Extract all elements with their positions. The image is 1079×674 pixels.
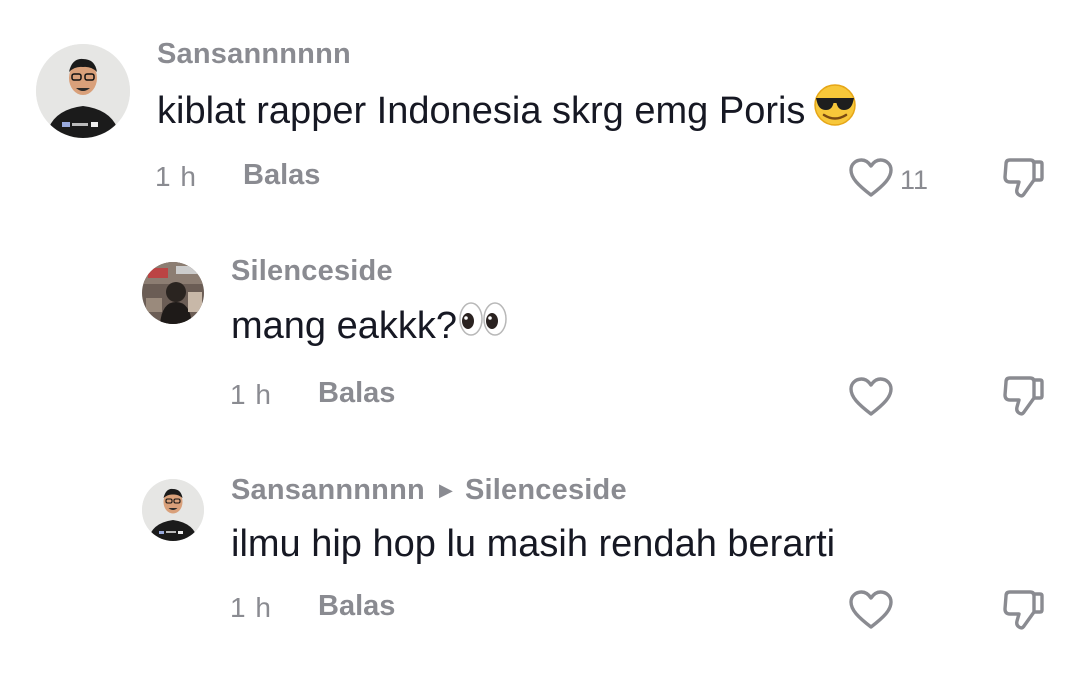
reply-arrow-icon: ▶ [438, 480, 453, 500]
like-button[interactable] [848, 589, 894, 636]
comment-text: ilmu hip hop lu masih rendah berarti [231, 523, 836, 565]
like-button[interactable] [848, 376, 894, 423]
thumbs-down-icon [1003, 590, 1044, 630]
dislike-button[interactable] [1000, 156, 1046, 205]
comment-text: mang eakkk? [231, 302, 509, 353]
sunglasses-emoji-icon [811, 82, 859, 136]
heart-icon [848, 376, 894, 423]
avatar[interactable] [142, 479, 204, 541]
heart-icon [848, 589, 894, 636]
like-count: 11 [900, 165, 929, 195]
like-button[interactable]: 11 [848, 157, 928, 204]
comment-text-content: kiblat rapper Indonesia skrg emg Poris [157, 90, 806, 133]
avatar-image [142, 479, 204, 541]
reply-author[interactable]: Sansannnnnn [231, 474, 425, 506]
avatar-image [142, 262, 204, 324]
reply-button[interactable]: Balas [243, 159, 320, 192]
heart-icon [848, 157, 894, 204]
reply-button[interactable]: Balas [318, 377, 395, 410]
eyes-emoji-icon [457, 299, 509, 349]
comment-timestamp: 1 h [155, 161, 197, 192]
comment-username[interactable]: Sansannnnnn [157, 38, 351, 71]
dislike-button[interactable] [1000, 374, 1046, 423]
reply-target[interactable]: Silenceside [465, 474, 627, 506]
avatar-image [36, 44, 130, 138]
dislike-button[interactable] [1000, 588, 1046, 637]
comment-timestamp: 1 h [230, 592, 272, 623]
comment-text: kiblat rapper Indonesia skrg emg Poris [157, 84, 859, 140]
thumbs-down-icon [1003, 158, 1044, 198]
comment-username[interactable]: Silenceside [231, 255, 393, 288]
reply-button[interactable]: Balas [318, 590, 395, 623]
thumbs-down-icon [1003, 376, 1044, 416]
avatar[interactable] [142, 262, 204, 324]
avatar[interactable] [36, 44, 130, 138]
comment-username[interactable]: Sansannnnnn ▶ Silenceside [231, 474, 627, 507]
comment-timestamp: 1 h [230, 379, 272, 410]
comment-text-content: mang eakkk? [231, 305, 458, 348]
